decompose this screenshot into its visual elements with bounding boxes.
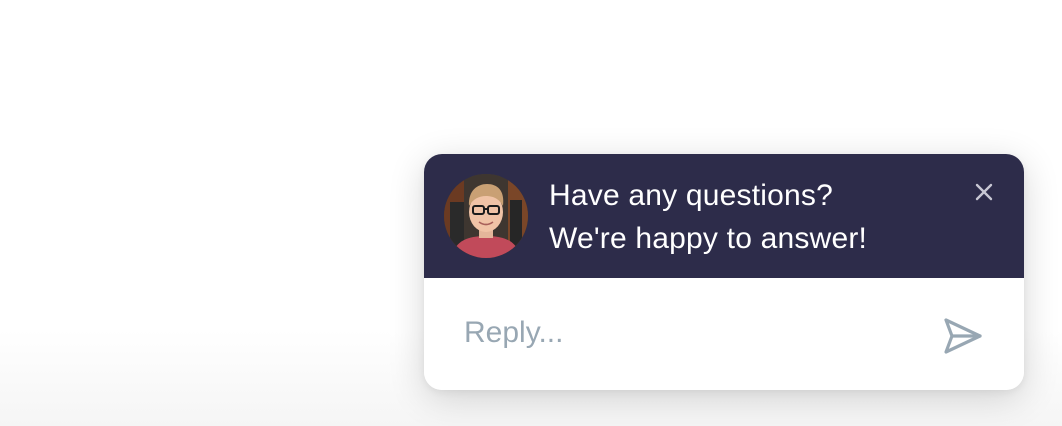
chat-widget: Have any questions? We're happy to answe…	[424, 154, 1024, 390]
welcome-message-line-1: Have any questions?	[549, 179, 833, 212]
close-button[interactable]	[972, 180, 996, 204]
welcome-message-line-2: We're happy to answer!	[549, 222, 868, 255]
reply-area	[424, 278, 1024, 390]
agent-avatar-image	[444, 174, 528, 258]
page-background: Have any questions? We're happy to answe…	[0, 0, 1062, 426]
send-button[interactable]	[942, 316, 984, 356]
reply-input[interactable]	[464, 308, 934, 358]
close-icon	[975, 183, 993, 201]
agent-avatar	[444, 174, 528, 258]
send-icon	[944, 318, 982, 354]
chat-header: Have any questions? We're happy to answe…	[424, 154, 1024, 278]
welcome-message: Have any questions? We're happy to answe…	[549, 174, 949, 260]
